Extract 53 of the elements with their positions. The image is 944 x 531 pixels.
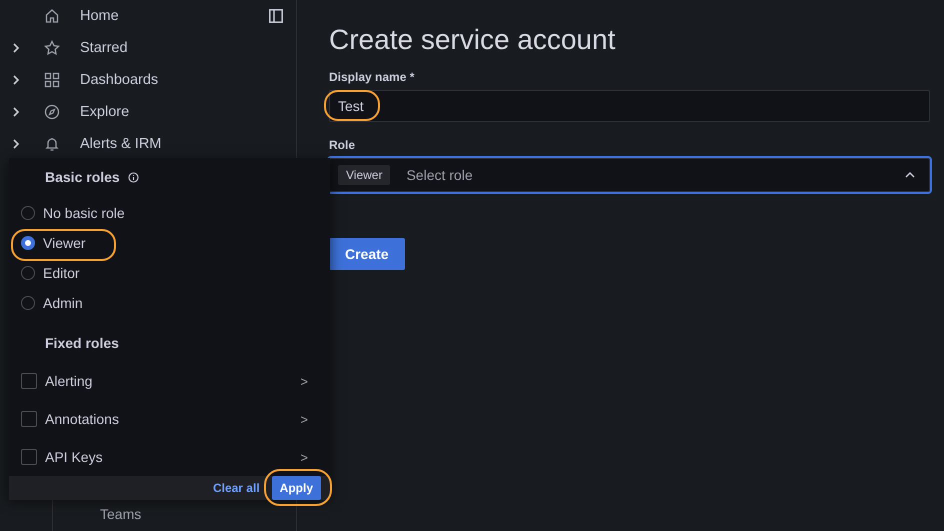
apply-button[interactable]: Apply [272, 476, 321, 500]
dock-panel-icon[interactable] [269, 9, 283, 23]
field-label: Display name * [329, 70, 416, 84]
select-placeholder: Select role [406, 167, 474, 183]
radio-button[interactable] [21, 296, 35, 310]
nav-sub-item[interactable]: Teams [100, 506, 142, 522]
submenu-arrow[interactable]: > [300, 374, 308, 388]
home-icon [44, 8, 60, 24]
nav-item[interactable]: Dashboards [0, 64, 296, 96]
nav-item[interactable]: Explore [0, 96, 296, 128]
nav-label: Explore [80, 104, 130, 120]
info-icon [128, 172, 139, 182]
section-title: Fixed roles [44, 334, 120, 352]
highlight-ring [324, 90, 380, 121]
radio-button[interactable] [21, 236, 35, 250]
submenu-arrow[interactable]: > [300, 450, 308, 464]
highlight-ring [264, 469, 332, 506]
checkbox[interactable] [21, 449, 37, 465]
page-title: Create service account [329, 24, 616, 56]
role-select[interactable]: Viewer Select role [329, 158, 930, 192]
nav-label: Starred [80, 40, 128, 56]
checkbox-option[interactable]: API Keys > [21, 438, 330, 476]
radio-option[interactable]: Viewer [21, 228, 86, 258]
chevron-icon[interactable] [12, 107, 20, 117]
bell-icon [44, 136, 60, 152]
chevron-icon[interactable] [12, 139, 20, 149]
checkbox[interactable] [21, 373, 37, 389]
nav-item[interactable]: Alerts & IRM [0, 128, 296, 160]
nav-item[interactable]: Starred [0, 32, 296, 64]
field-label: Role [329, 138, 356, 152]
submenu-arrow[interactable]: > [300, 412, 308, 426]
nav-label: Home [80, 8, 119, 24]
chevron-icon[interactable] [12, 75, 20, 85]
checkbox-option[interactable]: Annotations > [21, 400, 330, 438]
radio-option[interactable]: Editor [21, 258, 80, 288]
radio-option[interactable]: Admin [21, 288, 83, 318]
grid-icon [44, 72, 60, 88]
radio-button[interactable] [21, 266, 35, 280]
section-title: Basic roles [45, 169, 120, 185]
nav-label: Alerts & IRM [80, 136, 162, 152]
chevron-icon[interactable] [12, 43, 20, 53]
compass-icon [44, 104, 60, 120]
radio-button[interactable] [21, 206, 35, 220]
clear-all-button[interactable]: Clear all [212, 481, 260, 495]
star-icon [44, 40, 60, 56]
nav-item[interactable]: Home [0, 0, 296, 32]
radio-option[interactable]: No basic role [21, 198, 125, 228]
checkbox-option[interactable]: Alerting > [21, 362, 330, 400]
chevron-up-icon [905, 172, 915, 178]
create-button[interactable]: Create [329, 238, 405, 270]
nav-label: Dashboards [80, 72, 158, 88]
checkbox[interactable] [21, 411, 37, 427]
role-tag: Viewer [338, 165, 390, 185]
